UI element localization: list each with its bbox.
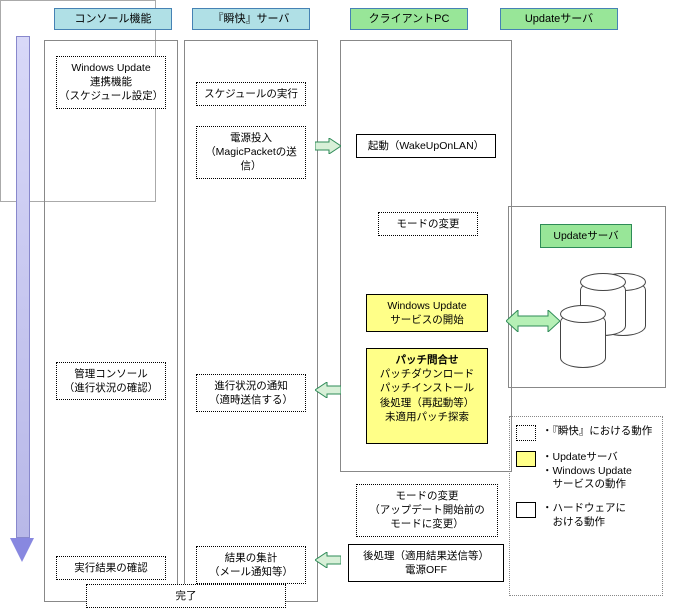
node-patch-query: パッチ問合せ パッチダウンロードパッチインストール後処理（再起動等）未適用パッチ…: [366, 348, 488, 444]
update-server-title: Updateサーバ: [540, 224, 632, 248]
header-update-server: Updateサーバ: [500, 8, 618, 30]
node-patch-query-title: パッチ問合せ: [369, 353, 485, 367]
node-wu-service-start: Windows Updateサービスの開始: [366, 294, 488, 332]
timeline-arrow-icon: [16, 36, 28, 566]
node-schedule-setting: Windows Update連携機能（スケジュール設定）: [56, 56, 166, 109]
arrow-bidirectional-icon: [506, 310, 560, 332]
legend-label: ・『瞬快』における動作: [542, 425, 652, 439]
node-mode-change: モードの変更: [378, 212, 478, 236]
arrow-left-icon: [315, 552, 341, 568]
legend-row-yellow: ・Updateサーバ・Windows Update サービスの動作: [516, 451, 656, 492]
database-icon: [560, 280, 660, 370]
legend: ・『瞬快』における動作 ・Updateサーバ・Windows Update サー…: [509, 416, 663, 596]
header-console: コンソール機能: [54, 8, 172, 30]
node-progress-notify: 進行状況の通知（適時送信する）: [196, 374, 306, 412]
header-client-pc: クライアントPC: [350, 8, 468, 30]
legend-label: ・ハードウェアに おける動作: [542, 502, 626, 529]
legend-row-dotted: ・『瞬快』における動作: [516, 425, 656, 441]
legend-row-solid: ・ハードウェアに おける動作: [516, 502, 656, 529]
lane-server: [184, 40, 318, 602]
legend-swatch-dotted: [516, 425, 536, 441]
node-mode-revert: モードの変更（アップデート開始前のモードに変更）: [356, 484, 498, 537]
arrow-right-icon: [315, 138, 341, 154]
node-boot-wol: 起動（WakeUpOnLAN）: [356, 134, 496, 158]
legend-label: ・Updateサーバ・Windows Update サービスの動作: [542, 451, 632, 492]
node-patch-query-body: パッチダウンロードパッチインストール後処理（再起動等）未適用パッチ探索: [369, 367, 485, 424]
node-power-on: 電源投入（MagicPacketの送信）: [196, 126, 306, 179]
legend-swatch-yellow: [516, 451, 536, 467]
node-complete: 完了: [86, 584, 286, 608]
header-shunkai-server: 『瞬快』サーバ: [192, 8, 310, 30]
node-run-schedule: スケジュールの実行: [196, 82, 306, 106]
node-result-confirm: 実行結果の確認: [56, 556, 166, 580]
arrow-left-icon: [315, 382, 341, 398]
node-result-aggregate: 結果の集計（メール通知等）: [196, 546, 306, 584]
node-admin-console: 管理コンソール（進行状況の確認）: [56, 362, 166, 400]
node-postprocess: 後処理（適用結果送信等）電源OFF: [348, 544, 504, 582]
lane-console: [44, 40, 178, 602]
legend-swatch-solid: [516, 502, 536, 518]
